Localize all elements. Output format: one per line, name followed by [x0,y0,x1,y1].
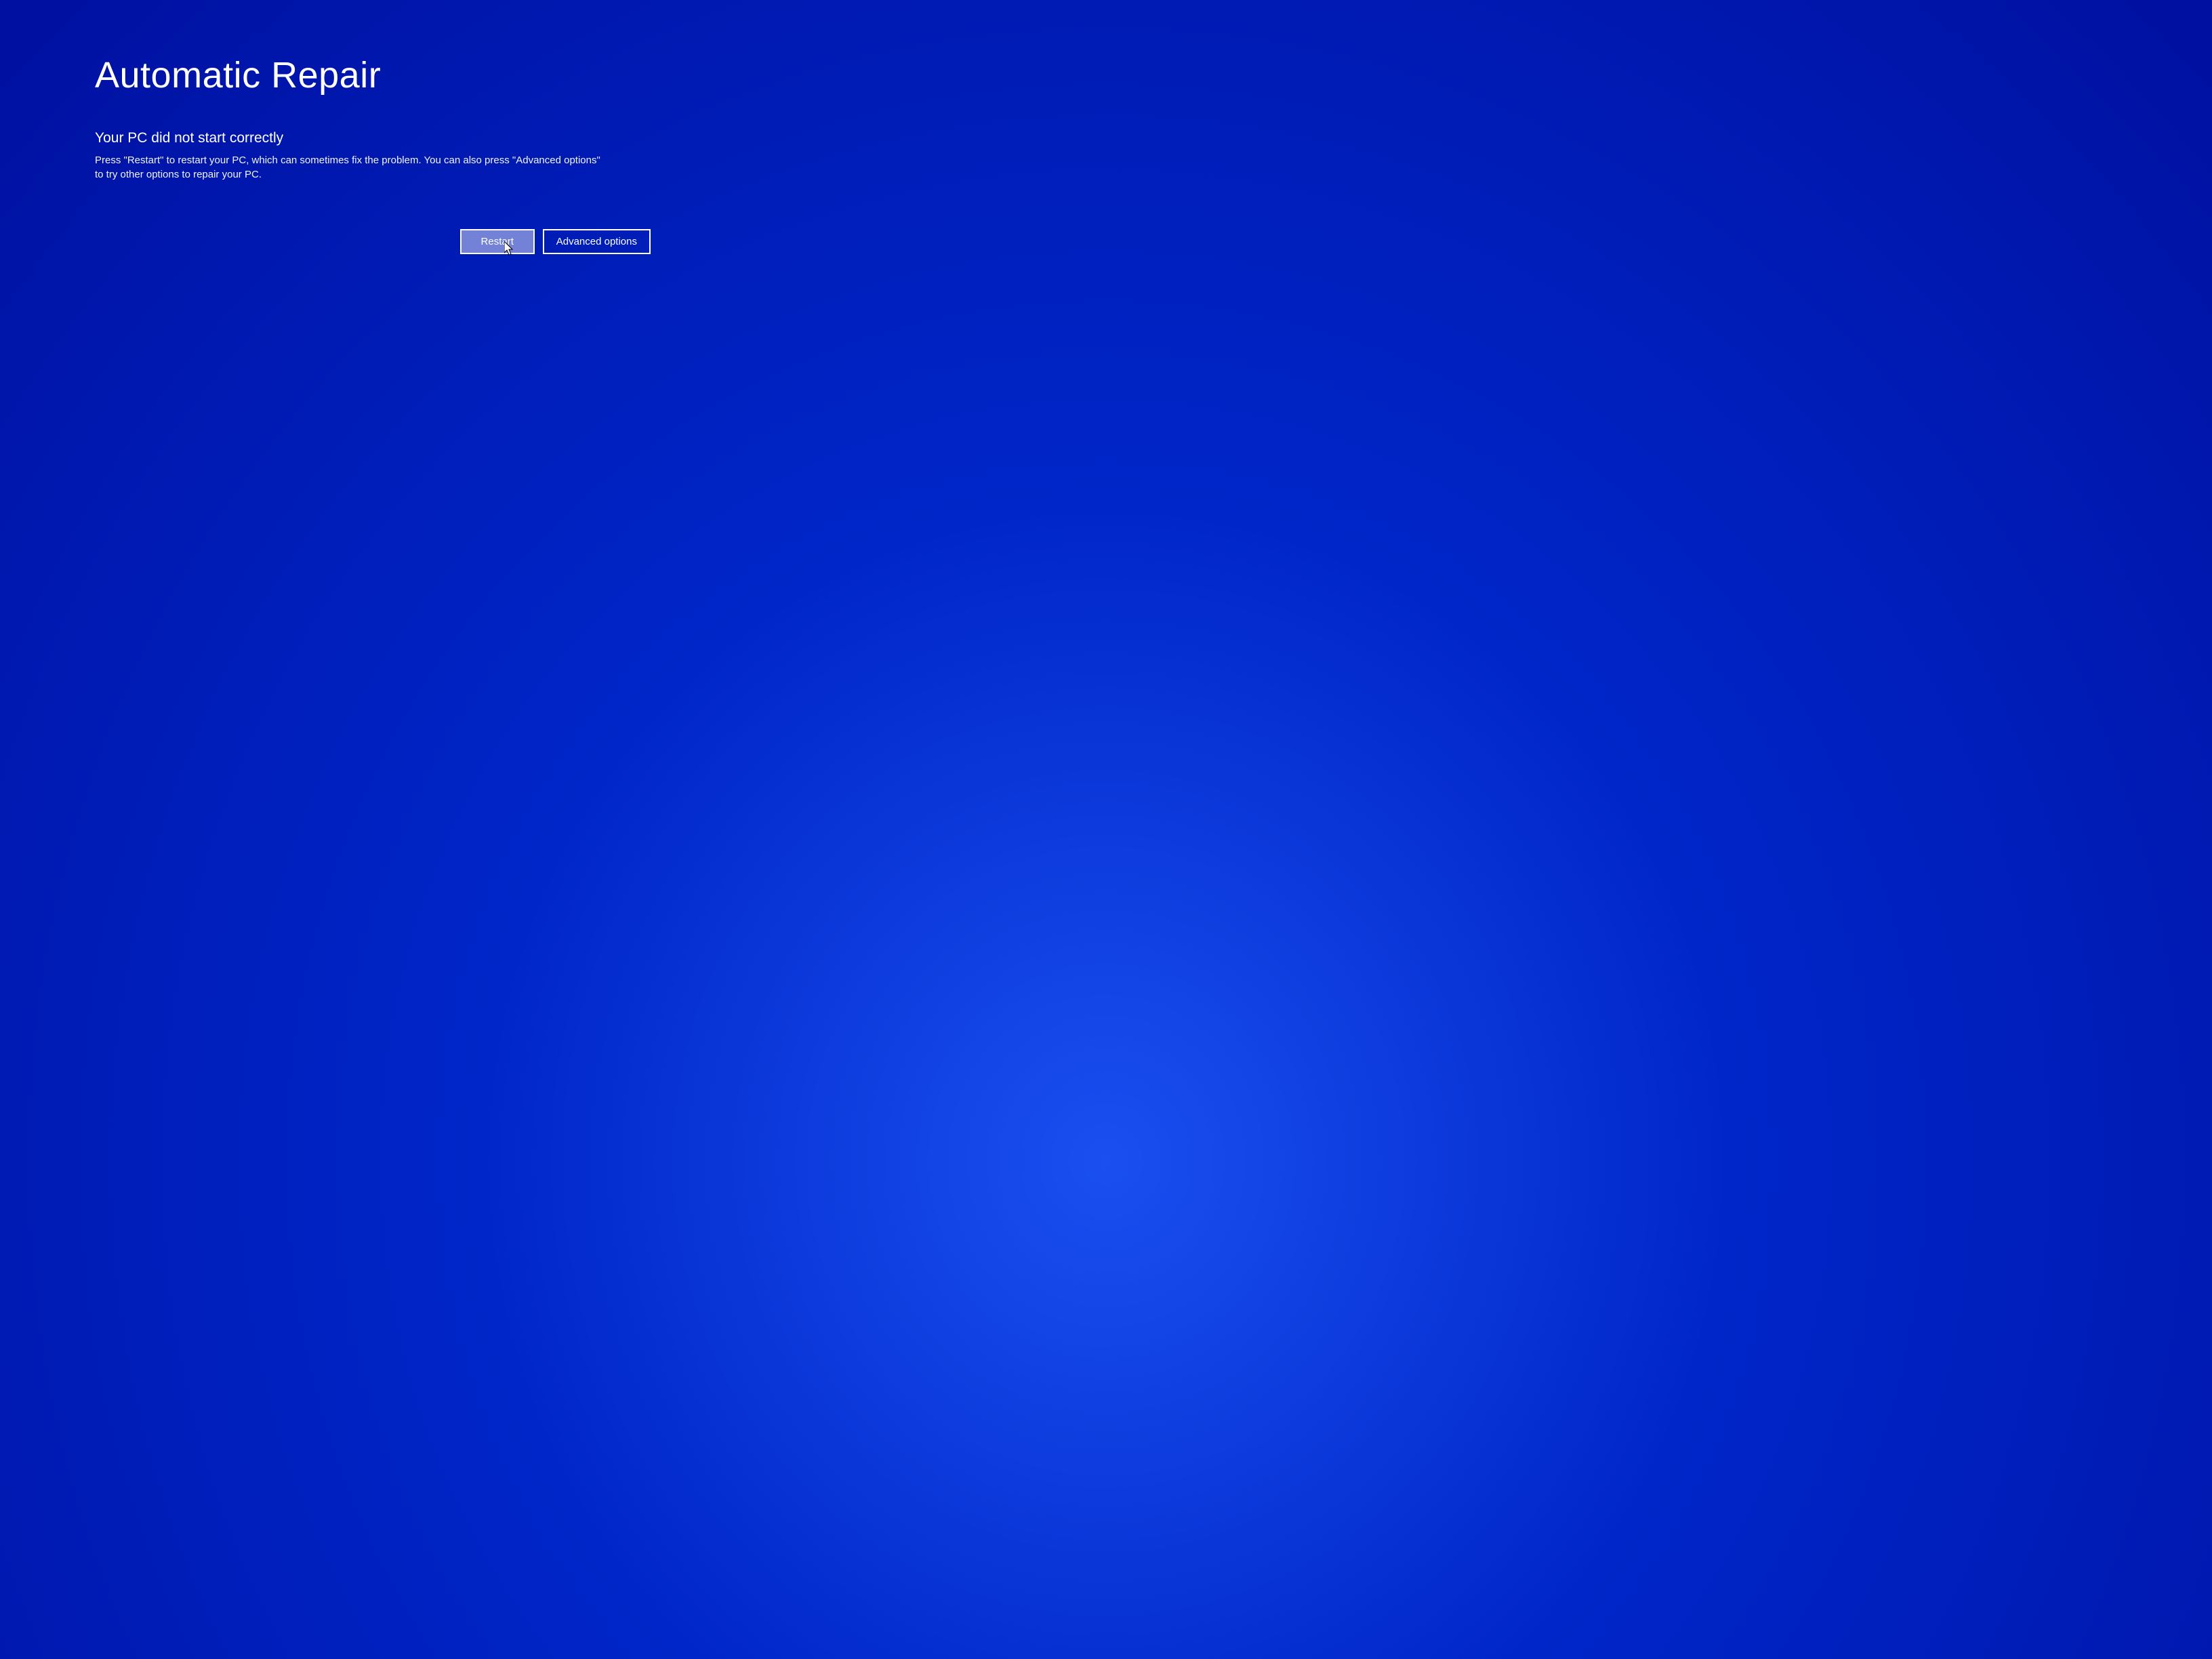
button-row: Restart Advanced options [95,229,651,254]
advanced-options-button[interactable]: Advanced options [543,229,651,254]
page-title: Automatic Repair [95,54,651,96]
error-subtitle: Your PC did not start correctly [95,130,651,146]
recovery-screen: Automatic Repair Your PC did not start c… [0,0,745,254]
restart-button[interactable]: Restart [460,229,535,254]
error-description: Press "Restart" to restart your PC, whic… [95,153,610,182]
